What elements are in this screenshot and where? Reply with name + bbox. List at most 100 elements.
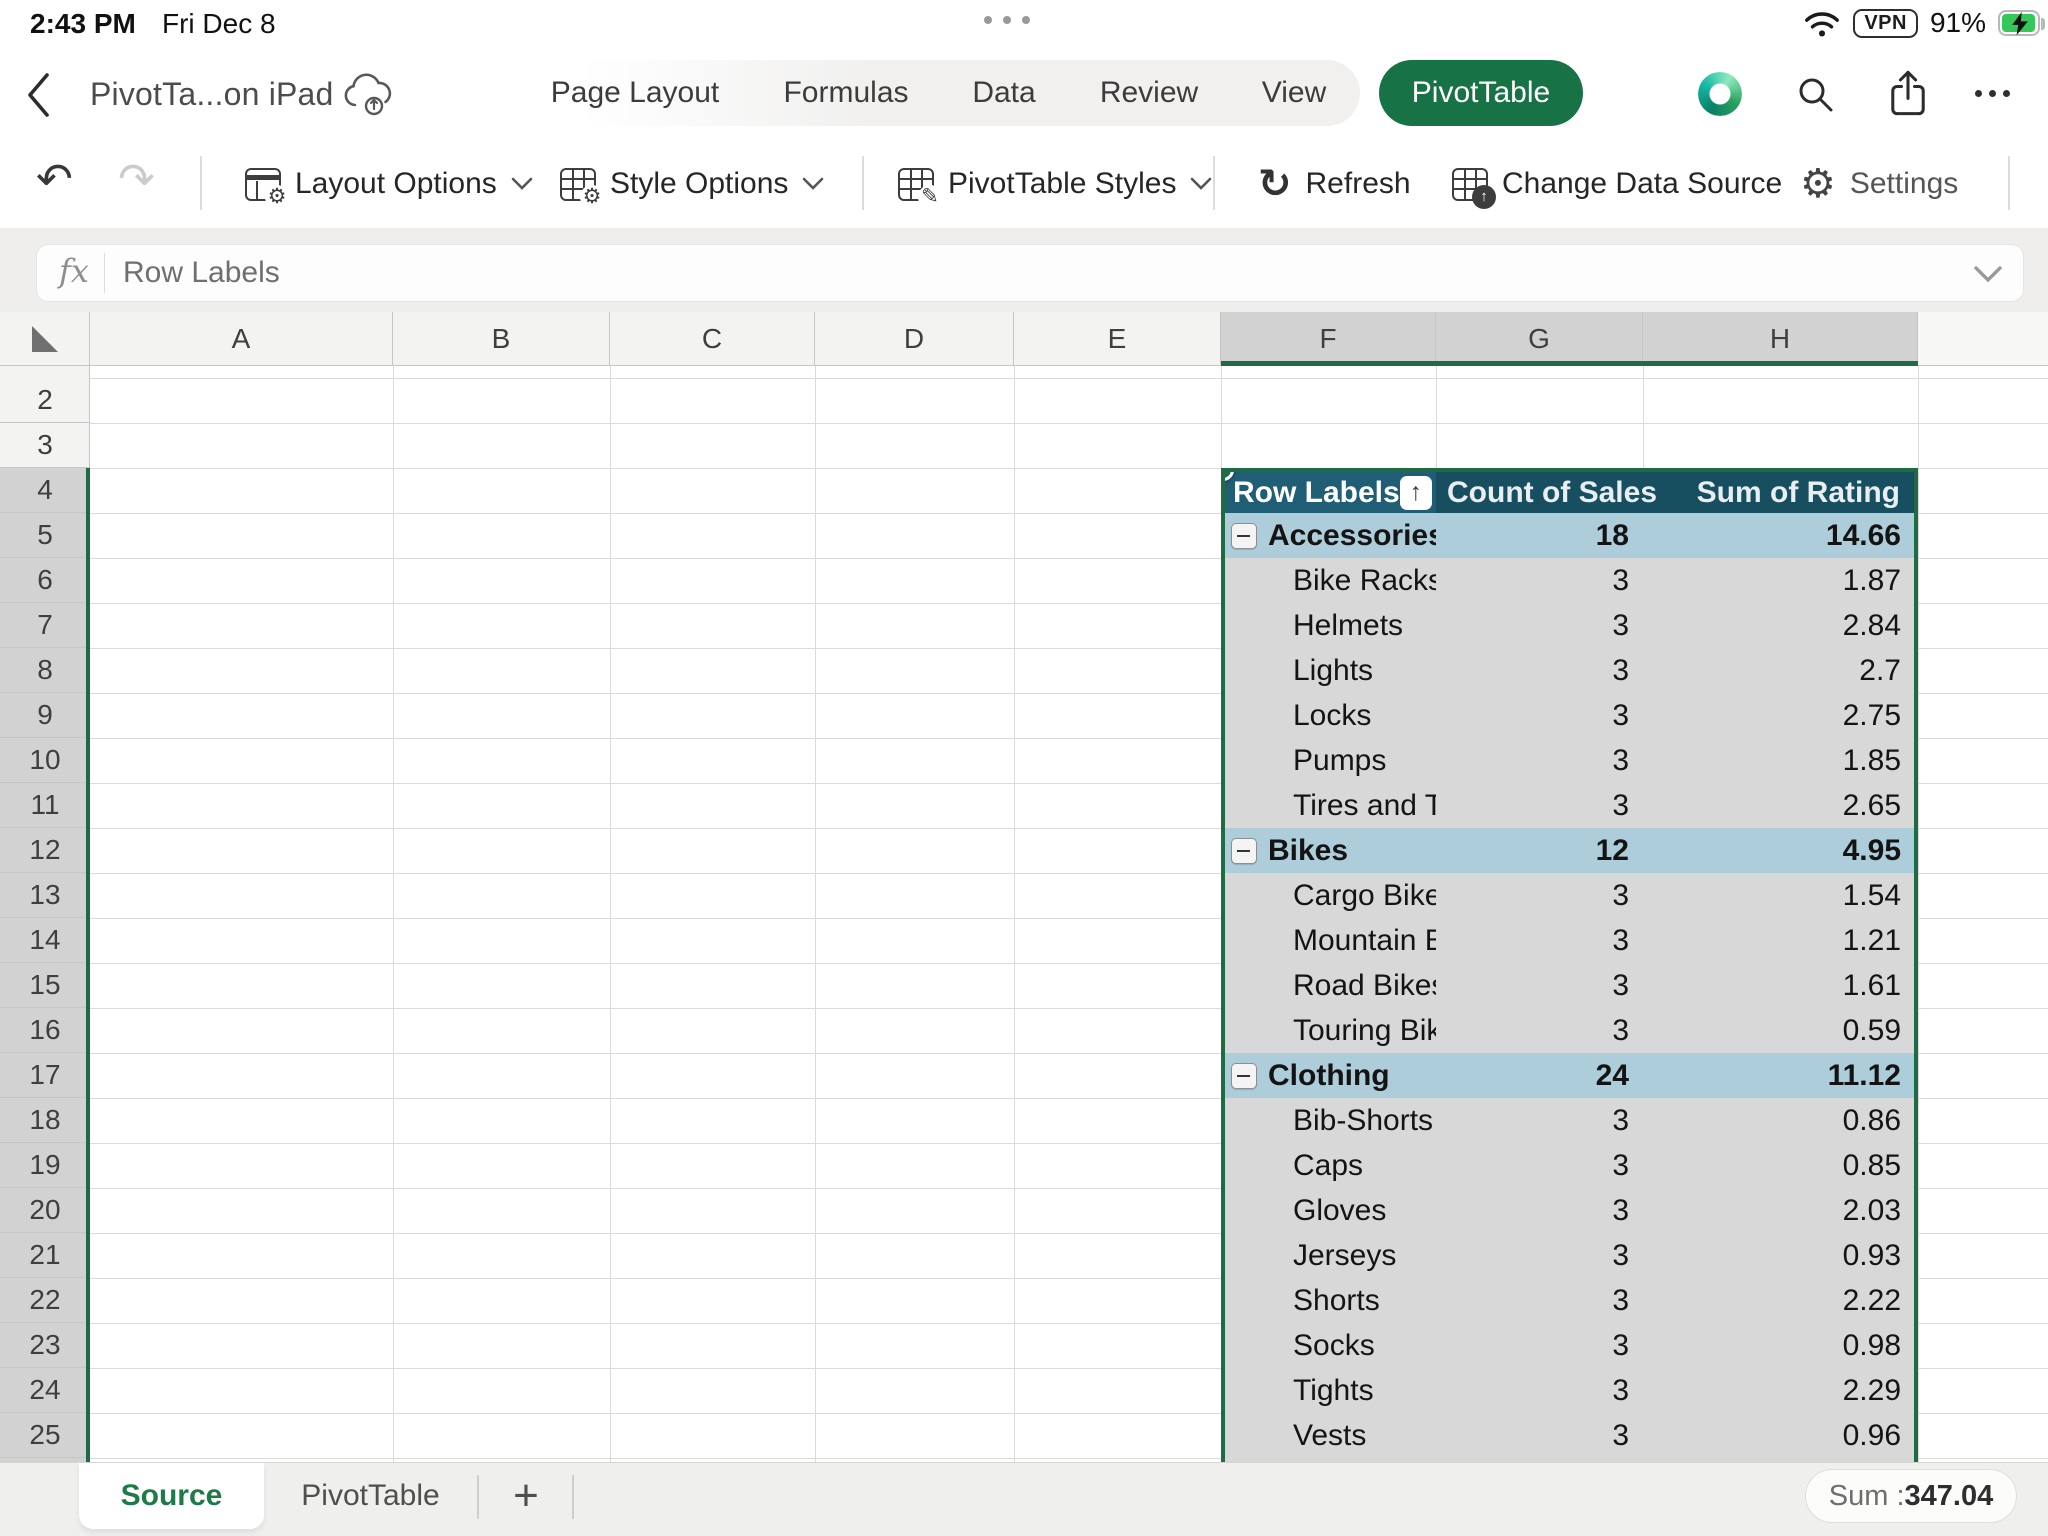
undo-button[interactable]: ↶ bbox=[36, 158, 73, 202]
row-header-12[interactable]: 12 bbox=[0, 828, 90, 873]
pivot-cell-count: 3 bbox=[1436, 1239, 1643, 1273]
pivot-row-bib-shorts[interactable]: Bib-Shorts30.86 bbox=[1225, 1098, 1914, 1143]
pivot-row-vests[interactable]: Vests30.96 bbox=[1225, 1413, 1914, 1458]
formula-bar-value[interactable]: Row Labels bbox=[123, 256, 280, 290]
pivottable-styles-button[interactable]: ✎ PivotTable Styles bbox=[898, 150, 1212, 218]
collapse-button[interactable] bbox=[1231, 838, 1257, 864]
column-header-G[interactable]: G bbox=[1436, 312, 1643, 366]
row-header-13[interactable]: 13 bbox=[0, 873, 90, 918]
row-header-14[interactable]: 14 bbox=[0, 918, 90, 963]
row-header-23[interactable]: 23 bbox=[0, 1323, 90, 1368]
copilot-icon[interactable] bbox=[1698, 72, 1742, 116]
row-header-7[interactable]: 7 bbox=[0, 603, 90, 648]
row-header-17[interactable]: 17 bbox=[0, 1053, 90, 1098]
sheet-tab-source[interactable]: Source bbox=[79, 1463, 264, 1529]
pivot-row-road-bikes[interactable]: Road Bikes31.61 bbox=[1225, 963, 1914, 1008]
row-header-5[interactable]: 5 bbox=[0, 513, 90, 558]
sum-status-pill[interactable]: Sum : 347.04 bbox=[1805, 1469, 2017, 1523]
pivot-row-lights[interactable]: Lights32.7 bbox=[1225, 648, 1914, 693]
pivot-row-gloves[interactable]: Gloves32.03 bbox=[1225, 1188, 1914, 1233]
pivot-row-mountain-bikes[interactable]: Mountain Bikes31.21 bbox=[1225, 918, 1914, 963]
style-options-button[interactable]: ⚙ Style Options bbox=[560, 150, 824, 218]
pivot-header-row-labels-cell[interactable]: Row Labels ↑ bbox=[1225, 472, 1436, 513]
pivot-cell-label: Helmets bbox=[1225, 609, 1436, 643]
select-all-triangle-icon bbox=[32, 326, 58, 352]
back-chevron-icon[interactable] bbox=[22, 70, 62, 120]
settings-button[interactable]: ⚙ Settings bbox=[1800, 150, 1958, 218]
row-header-25[interactable]: 25 bbox=[0, 1413, 90, 1458]
select-all-corner[interactable] bbox=[0, 312, 90, 366]
row-header-16[interactable]: 16 bbox=[0, 1008, 90, 1053]
collapse-button[interactable] bbox=[1231, 1063, 1257, 1089]
tab-review[interactable]: Review bbox=[1100, 60, 1198, 126]
pivot-row-pumps[interactable]: Pumps31.85 bbox=[1225, 738, 1914, 783]
formula-bar[interactable]: fx Row Labels bbox=[36, 244, 2024, 302]
sort-ascending-button[interactable]: ↑ bbox=[1400, 476, 1432, 510]
formula-bar-expand-icon[interactable] bbox=[1973, 265, 2003, 283]
column-header-C[interactable]: C bbox=[610, 312, 815, 366]
tab-data[interactable]: Data bbox=[972, 60, 1035, 126]
pivot-row-caps[interactable]: Caps30.85 bbox=[1225, 1143, 1914, 1188]
pivot-row-jerseys[interactable]: Jerseys30.93 bbox=[1225, 1233, 1914, 1278]
column-header-B[interactable]: B bbox=[393, 312, 610, 366]
pivot-table[interactable]: Row Labels ↑ Count of Sales Sum of Ratin… bbox=[1221, 468, 1918, 1462]
pivot-cell-rating: 11.12 bbox=[1643, 1059, 1914, 1093]
sheet-tab-pivottable[interactable]: PivotTable bbox=[264, 1463, 477, 1529]
column-header-F[interactable]: F bbox=[1221, 312, 1436, 366]
pivot-cell-label: Bib-Shorts bbox=[1225, 1104, 1436, 1138]
tab-pivottable-active[interactable]: PivotTable bbox=[1379, 60, 1583, 126]
multitask-grabber-icon[interactable] bbox=[984, 16, 1030, 24]
status-right-cluster: VPN 91% bbox=[1803, 6, 2040, 40]
pivot-row-touring-bikes[interactable]: Touring Bikes30.59 bbox=[1225, 1008, 1914, 1053]
change-data-source-button[interactable]: ↑ Change Data Source bbox=[1452, 150, 1782, 218]
row-header-21[interactable]: 21 bbox=[0, 1233, 90, 1278]
row-header-18[interactable]: 18 bbox=[0, 1098, 90, 1143]
share-icon[interactable] bbox=[1886, 68, 1930, 118]
row-header-15[interactable]: 15 bbox=[0, 963, 90, 1008]
tab-page-layout[interactable]: Page Layout bbox=[551, 60, 719, 126]
pivot-label-text: Touring Bikes bbox=[1293, 1014, 1436, 1048]
column-header-A[interactable]: A bbox=[90, 312, 393, 366]
search-icon[interactable] bbox=[1794, 73, 1836, 115]
pivot-row-locks[interactable]: Locks32.75 bbox=[1225, 693, 1914, 738]
row-header-6[interactable]: 6 bbox=[0, 558, 90, 603]
sum-label: Sum : bbox=[1829, 1480, 1905, 1513]
document-title[interactable]: PivotTa...on iPad bbox=[90, 76, 334, 113]
pivot-row-clothing[interactable]: Clothing2411.12 bbox=[1225, 1053, 1914, 1098]
pivot-row-bike-racks[interactable]: Bike Racks31.87 bbox=[1225, 558, 1914, 603]
column-header-E[interactable]: E bbox=[1014, 312, 1221, 366]
tab-view[interactable]: View bbox=[1262, 60, 1326, 126]
redo-button[interactable]: ↷ bbox=[118, 158, 155, 202]
pivot-row-shorts[interactable]: Shorts32.22 bbox=[1225, 1278, 1914, 1323]
row-header-19[interactable]: 19 bbox=[0, 1143, 90, 1188]
pivot-row-cargo-bike[interactable]: Cargo Bike31.54 bbox=[1225, 873, 1914, 918]
pivot-row-tires-and-tubes[interactable]: Tires and Tubes32.65 bbox=[1225, 783, 1914, 828]
pivot-header-row[interactable]: Row Labels ↑ Count of Sales Sum of Ratin… bbox=[1225, 472, 1914, 513]
column-header-D[interactable]: D bbox=[815, 312, 1014, 366]
row-header-20[interactable]: 20 bbox=[0, 1188, 90, 1233]
row-header-3[interactable]: 3 bbox=[0, 423, 90, 468]
collapse-button[interactable] bbox=[1231, 523, 1257, 549]
pivot-row-tights[interactable]: Tights32.29 bbox=[1225, 1368, 1914, 1413]
row-header-9[interactable]: 9 bbox=[0, 693, 90, 738]
row-header-10[interactable]: 10 bbox=[0, 738, 90, 783]
pivot-cell-count: 3 bbox=[1436, 1194, 1643, 1228]
row-header-8[interactable]: 8 bbox=[0, 648, 90, 693]
row-header-2[interactable]: 2 bbox=[0, 378, 90, 423]
row-header-22[interactable]: 22 bbox=[0, 1278, 90, 1323]
pivot-cell-label: Road Bikes bbox=[1225, 969, 1436, 1003]
row-header-4[interactable]: 4 bbox=[0, 468, 90, 513]
pivot-row-helmets[interactable]: Helmets32.84 bbox=[1225, 603, 1914, 648]
pivot-row-socks[interactable]: Socks30.98 bbox=[1225, 1323, 1914, 1368]
tab-formulas[interactable]: Formulas bbox=[783, 60, 908, 126]
column-header-H[interactable]: H bbox=[1643, 312, 1918, 366]
refresh-button[interactable]: ↻ Refresh bbox=[1258, 150, 1411, 218]
more-options-icon[interactable] bbox=[1975, 90, 2010, 97]
pivot-header-values-cell[interactable]: Count of Sales Sum of Rating bbox=[1436, 472, 1914, 513]
row-header-11[interactable]: 11 bbox=[0, 783, 90, 828]
pivot-row-bikes[interactable]: Bikes124.95 bbox=[1225, 828, 1914, 873]
add-sheet-button[interactable]: + bbox=[498, 1463, 554, 1529]
layout-options-button[interactable]: ⚙ Layout Options bbox=[245, 150, 533, 218]
pivot-row-accessories[interactable]: Accessories1814.66 bbox=[1225, 513, 1914, 558]
row-header-24[interactable]: 24 bbox=[0, 1368, 90, 1413]
